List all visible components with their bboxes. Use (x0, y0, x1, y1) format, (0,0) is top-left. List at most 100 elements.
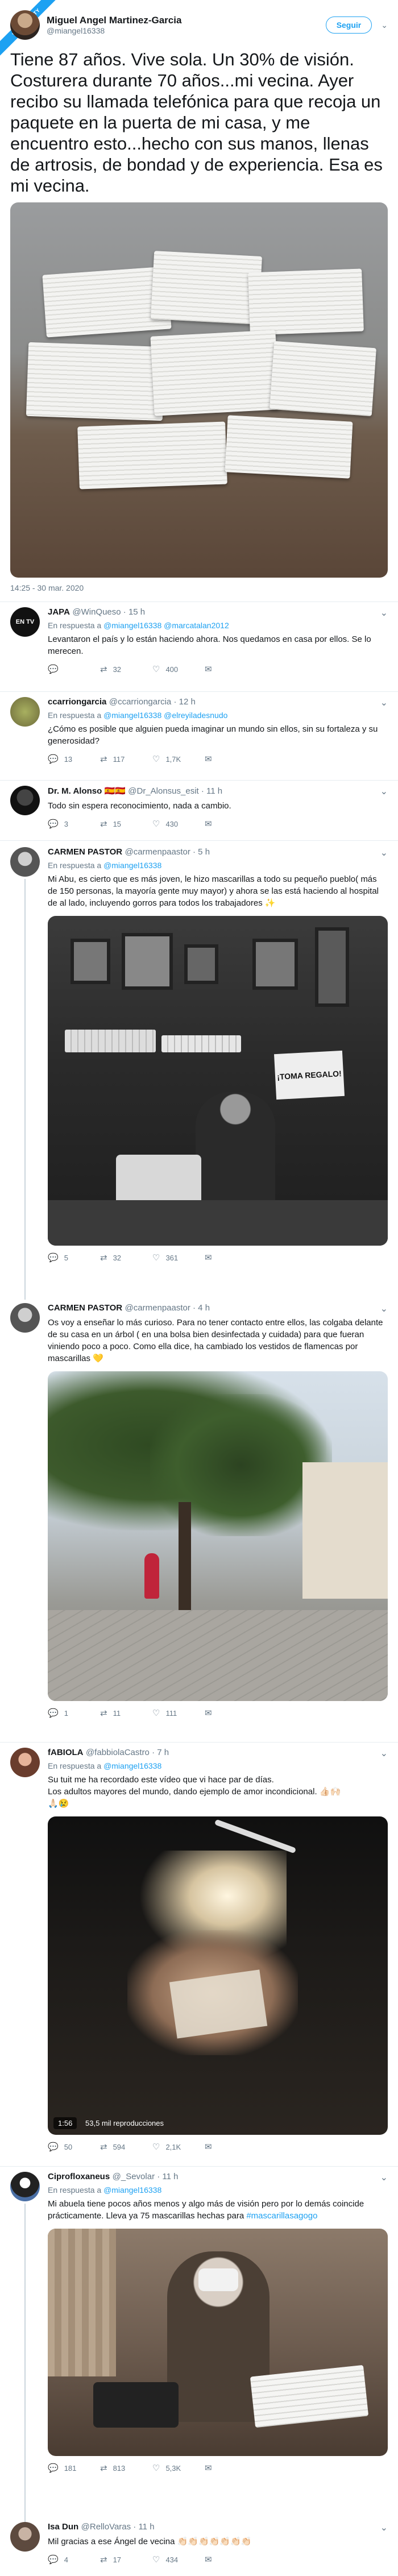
in-reply-to-link[interactable]: @miangel16338 @marcatalan2012 (103, 621, 229, 630)
reply-author-name[interactable]: Isa Dun (48, 2522, 78, 2532)
in-reply-to-link[interactable]: @miangel16338 @elreyiladesnudo (103, 711, 227, 720)
like-button[interactable]: ♡ 5,3K (152, 2463, 205, 2473)
building (302, 1462, 388, 1599)
like-button[interactable]: ♡ 1,7K (152, 754, 205, 764)
reply-author-handle[interactable]: @RelloVaras · 11 h (81, 2522, 155, 2532)
follow-button[interactable]: Seguir (325, 16, 372, 34)
reply-tweet[interactable]: Dr. M. Alonso 🇪🇸🇪🇸 @Dr_Alonsus_esit · 11… (0, 786, 398, 843)
mail-icon: ✉ (205, 665, 212, 674)
reply-avatar[interactable] (10, 1748, 40, 1777)
like-button[interactable]: ♡ 430 (152, 819, 205, 829)
reply-author-handle[interactable]: @ccarriongarcia · 12 h (109, 697, 196, 707)
reply-button[interactable]: 💬 5 (48, 1252, 100, 1263)
reply-photo-grandma-masks[interactable] (48, 2229, 388, 2456)
hashtag-link[interactable]: #mascarillasagogo (246, 2211, 317, 2221)
chevron-down-icon[interactable]: ⌄ (380, 1303, 388, 1314)
dm-button[interactable]: ✉ (205, 2142, 257, 2152)
like-button[interactable]: ♡ 361 (152, 1252, 205, 1263)
in-reply-to-link[interactable]: @miangel16338 (103, 861, 161, 870)
reply-author-name[interactable]: CARMEN PASTOR (48, 847, 122, 857)
like-button[interactable]: ♡ 434 (152, 2554, 205, 2565)
reply-author-name[interactable]: ccarriongarcia (48, 697, 106, 707)
comment-icon: 💬 (48, 2142, 59, 2152)
reply-button[interactable]: 💬 3 (48, 819, 100, 829)
chevron-down-icon[interactable]: ⌄ (380, 2172, 388, 2183)
reply-avatar[interactable] (10, 1303, 40, 1333)
chevron-down-icon[interactable]: ⌄ (380, 1748, 388, 1759)
retweet-icon: ⇄ (100, 665, 107, 674)
reply-button[interactable]: 💬 13 (48, 754, 100, 764)
mail-icon: ✉ (205, 819, 212, 829)
chevron-down-icon[interactable]: ⌄ (381, 20, 388, 30)
retweet-icon: ⇄ (100, 754, 107, 764)
dm-button[interactable]: ✉ (205, 2554, 257, 2565)
like-button[interactable]: ♡ 2,1K (152, 2142, 205, 2152)
retweet-button[interactable]: ⇄ 32 (100, 1252, 152, 1263)
reply-avatar[interactable] (10, 786, 40, 815)
reply-tweet[interactable]: CARMEN PASTOR @carmenpaastor · 4 h ⌄ Os … (0, 1303, 398, 1741)
reply-photo-tree[interactable] (48, 1371, 388, 1701)
reply-avatar[interactable] (10, 847, 40, 877)
in-reply-to-link[interactable]: @miangel16338 (103, 2185, 161, 2195)
reply-author-handle[interactable]: @carmenpaastor · 5 h (125, 847, 210, 857)
reply-author-handle[interactable]: @_Sevolar · 11 h (113, 2172, 179, 2181)
retweet-button[interactable]: ⇄ 813 (100, 2463, 152, 2473)
in-reply-to-link[interactable]: @miangel16338 (103, 1761, 161, 1770)
reply-tweet[interactable]: Isa Dun @RelloVaras · 11 h ⌄ Mil gracias… (0, 2522, 398, 2574)
dm-button[interactable]: ✉ (205, 819, 257, 829)
retweet-button[interactable]: ⇄ 117 (100, 754, 152, 764)
author-avatar[interactable] (10, 10, 40, 40)
reply-tweet[interactable]: CARMEN PASTOR @carmenpaastor · 5 h ⌄ En … (0, 847, 398, 1296)
reply-author-handle[interactable]: @fabbiolaCastro · 7 h (86, 1748, 169, 1757)
dm-button[interactable]: ✉ (205, 1252, 257, 1263)
like-button[interactable]: ♡ 400 (152, 664, 205, 674)
dm-button[interactable]: ✉ (205, 754, 257, 764)
reply-button[interactable]: 💬 50 (48, 2142, 100, 2152)
heart-icon: ♡ (152, 665, 160, 674)
mask-pile (248, 268, 364, 335)
chevron-down-icon[interactable]: ⌄ (380, 697, 388, 708)
reply-tweet[interactable]: ccarriongarcia @ccarriongarcia · 12 h ⌄ … (0, 697, 398, 782)
tweet-photo-masks[interactable] (10, 202, 388, 578)
retweet-button[interactable]: ⇄ 11 (100, 1708, 152, 1718)
tweet-text: Tiene 87 años. Vive sola. Un 30% de visi… (10, 49, 383, 196)
reply-avatar[interactable] (10, 2172, 40, 2201)
chevron-down-icon[interactable]: ⌄ (380, 607, 388, 619)
chevron-down-icon[interactable]: ⌄ (380, 2522, 388, 2533)
reply-photo-grandma-sewing[interactable]: ¡TOMA REGALO! (48, 916, 388, 1246)
chevron-down-icon[interactable]: ⌄ (380, 847, 388, 858)
tweet-date[interactable]: 14:25 - 30 mar. 2020 (10, 583, 84, 592)
reply-video[interactable]: 1:56 53,5 mil reproducciones (48, 1816, 388, 2135)
chevron-down-icon[interactable]: ⌄ (380, 786, 388, 797)
reply-avatar[interactable] (10, 697, 40, 727)
reply-tweet[interactable]: Ciprofloxaneus @_Sevolar · 11 h ⌄ En res… (0, 2172, 398, 2524)
reply-author-handle[interactable]: @Dr_Alonsus_esit · 11 h (128, 786, 222, 796)
reply-avatar[interactable] (10, 2522, 40, 2552)
author-name[interactable]: Miguel Angel Martinez-Garcia (47, 15, 326, 26)
reply-author-name[interactable]: Dr. M. Alonso 🇪🇸🇪🇸 (48, 786, 126, 796)
reply-tweet[interactable]: fABIOLA @fabbiolaCastro · 7 h ⌄ En respu… (0, 1748, 398, 2168)
reply-author-name[interactable]: fABIOLA (48, 1748, 84, 1757)
retweet-button[interactable]: ⇄ 594 (100, 2142, 152, 2152)
retweet-button[interactable]: ⇄ 17 (100, 2554, 152, 2565)
dm-button[interactable]: ✉ (205, 2463, 257, 2473)
reply-button[interactable]: 💬 181 (48, 2463, 100, 2473)
reply-avatar[interactable]: EN TV (10, 607, 40, 637)
reply-button[interactable]: 💬 4 (48, 2554, 100, 2565)
dm-button[interactable]: ✉ (205, 1708, 257, 1718)
retweet-button[interactable]: ⇄ 32 (100, 664, 152, 674)
reply-author-handle[interactable]: @WinQueso · 15 h (72, 607, 145, 617)
reply-button[interactable]: 💬 (48, 664, 100, 674)
dm-button[interactable]: ✉ (205, 664, 257, 674)
reply-author-name[interactable]: Ciprofloxaneus (48, 2172, 110, 2181)
reply-author-name[interactable]: CARMEN PASTOR (48, 1303, 122, 1313)
mail-icon: ✉ (205, 2463, 212, 2473)
author-handle[interactable]: @miangel16338 (47, 26, 326, 35)
reply-author-handle[interactable]: @carmenpaastor · 4 h (125, 1303, 210, 1313)
retweet-button[interactable]: ⇄ 15 (100, 819, 152, 829)
reply-button[interactable]: 💬 1 (48, 1708, 100, 1718)
retweet-icon: ⇄ (100, 819, 107, 829)
reply-author-name[interactable]: JAPA (48, 607, 70, 617)
reply-tweet[interactable]: EN TV JAPA @WinQueso · 15 h ⌄ En respues… (0, 607, 398, 687)
like-button[interactable]: ♡ 111 (152, 1708, 205, 1718)
